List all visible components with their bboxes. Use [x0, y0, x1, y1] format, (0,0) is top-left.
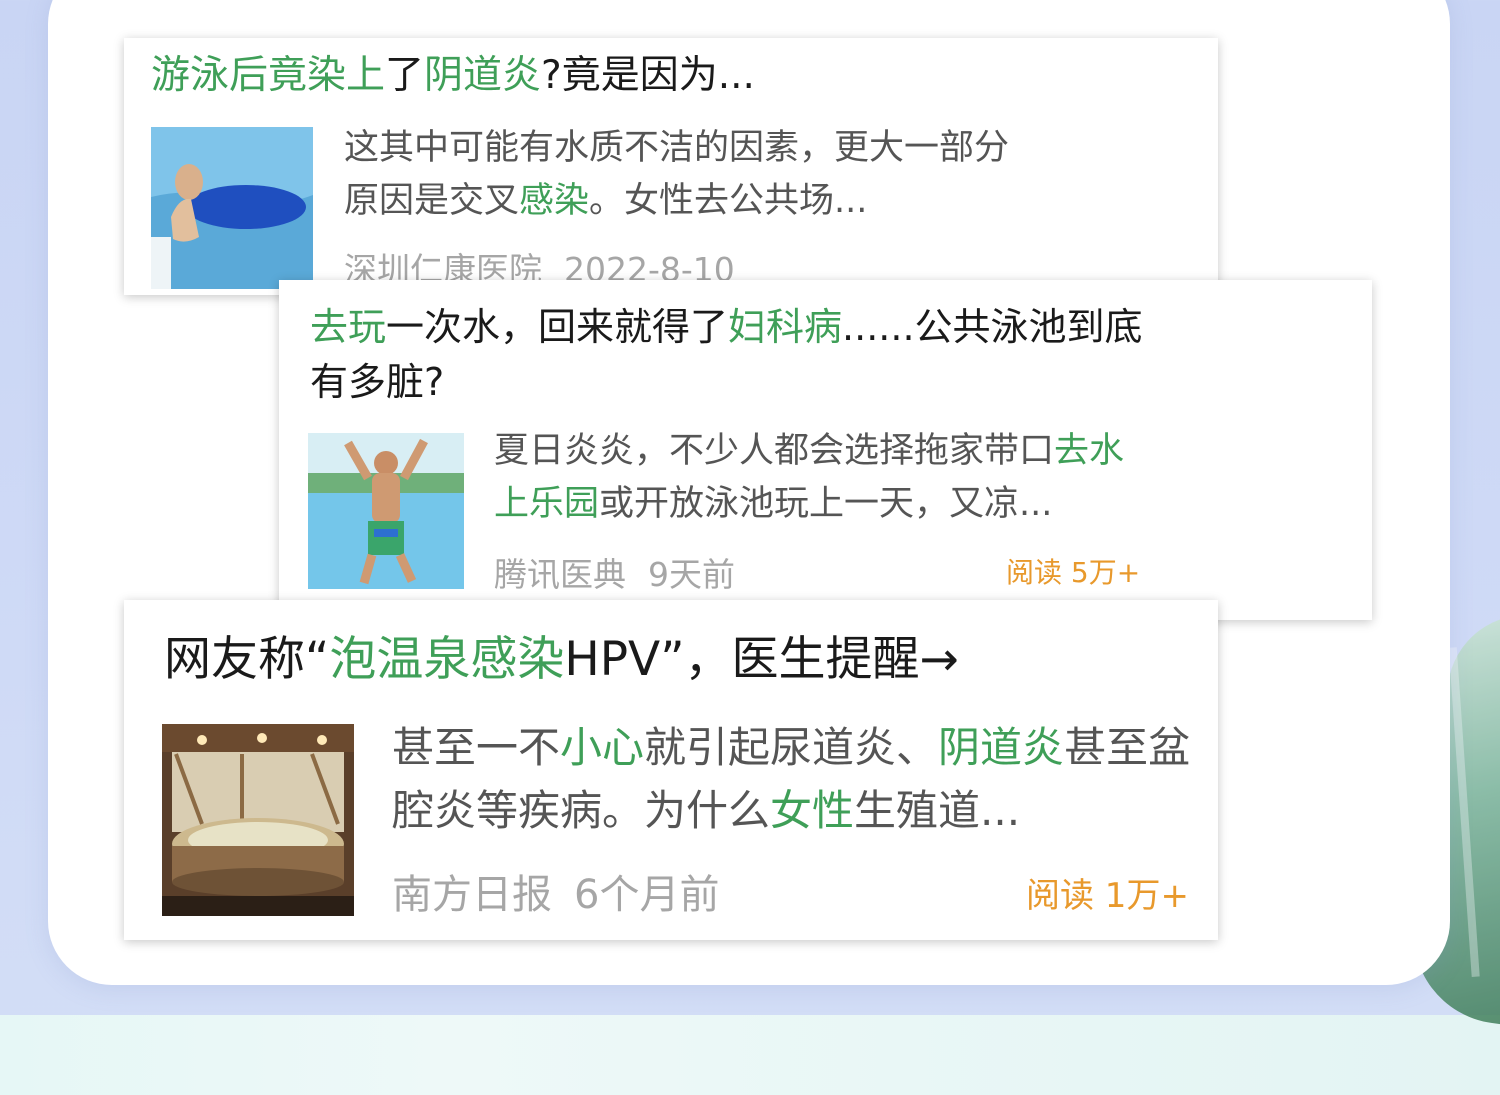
article-meta: 腾讯医典 9天前	[494, 548, 757, 596]
article-summary: 这其中可能有水质不洁的因素，更大一部分原因是交叉感染。女性去公共场...	[344, 122, 1024, 227]
text-segment: 了	[385, 53, 425, 98]
hot-spring-tub-image	[162, 724, 354, 916]
article-card-1[interactable]: 游泳后竟染上了阴道炎?竟是因为... 这其中可能有水质不洁的因素，更大一部分原因…	[124, 38, 1218, 295]
highlight-keyword: 阴道炎	[424, 53, 542, 98]
article-summary: 夏日炎炎，不少人都会选择拖家带口去水上乐园或开放泳池玩上一天，又凉...	[494, 425, 1154, 530]
article-date: 9天前	[648, 555, 735, 594]
article-date: 6个月前	[574, 872, 720, 918]
highlight-keyword: 女性	[770, 786, 855, 835]
article-source: 南方日报	[392, 872, 552, 918]
highlight-keyword: 游泳后竟染上	[151, 53, 386, 98]
highlight-keyword: 去玩	[310, 305, 387, 349]
text-segment: ?竟是因为...	[541, 53, 755, 98]
article-card-2[interactable]: 去玩一次水，回来就得了妇科病......公共泳池到底有多脏? 夏日炎炎，不少人都…	[279, 280, 1372, 620]
article-summary: 甚至一不小心就引起尿道炎、阴道炎甚至盆腔炎等疾病。为什么女性生殖道...	[392, 716, 1192, 842]
text-segment: 。女性去公共场...	[589, 180, 868, 221]
child-in-water-park-image	[308, 433, 464, 589]
article-title[interactable]: 网友称“泡温泉感染HPV”，医生提醒→	[164, 628, 959, 691]
text-segment: 夏日炎炎，不少人都会选择拖家带口	[494, 431, 1055, 471]
article-card-3[interactable]: 网友称“泡温泉感染HPV”，医生提醒→ 甚至一不小心就引起尿道炎、阴道炎甚至盆腔…	[124, 600, 1218, 940]
text-segment: 生殖道...	[854, 786, 1021, 835]
highlight-keyword: 感染	[519, 180, 590, 221]
article-title[interactable]: 去玩一次水，回来就得了妇科病......公共泳池到底有多脏?	[310, 300, 1170, 410]
article-title[interactable]: 游泳后竟染上了阴道炎?竟是因为...	[151, 50, 755, 103]
text-segment: 网友称“	[164, 632, 330, 687]
read-count: 阅读 1万+	[1026, 876, 1189, 916]
text-segment: 或开放泳池玩上一天，又凉...	[599, 483, 1053, 524]
article-thumbnail[interactable]	[162, 724, 354, 916]
bottom-background-band	[0, 1015, 1500, 1095]
swimmer-in-pool-image	[151, 127, 313, 289]
text-segment: HPV”，医生提醒→	[564, 632, 959, 687]
highlight-keyword: 泡温泉感染	[329, 632, 565, 687]
text-segment: 一次水，回来就得了	[386, 305, 729, 349]
highlight-keyword: 小心	[560, 723, 645, 772]
text-segment: 甚至一不	[392, 723, 561, 772]
highlight-keyword: 妇科病	[728, 305, 843, 349]
article-thumbnail[interactable]	[151, 127, 313, 289]
text-segment: 就引起尿道炎、	[644, 723, 939, 772]
article-meta: 南方日报 6个月前	[392, 862, 741, 920]
read-count: 阅读 5万+	[1006, 556, 1141, 589]
highlight-keyword: 阴道炎	[938, 723, 1065, 772]
article-source: 腾讯医典	[494, 555, 626, 594]
article-thumbnail[interactable]	[308, 433, 464, 589]
